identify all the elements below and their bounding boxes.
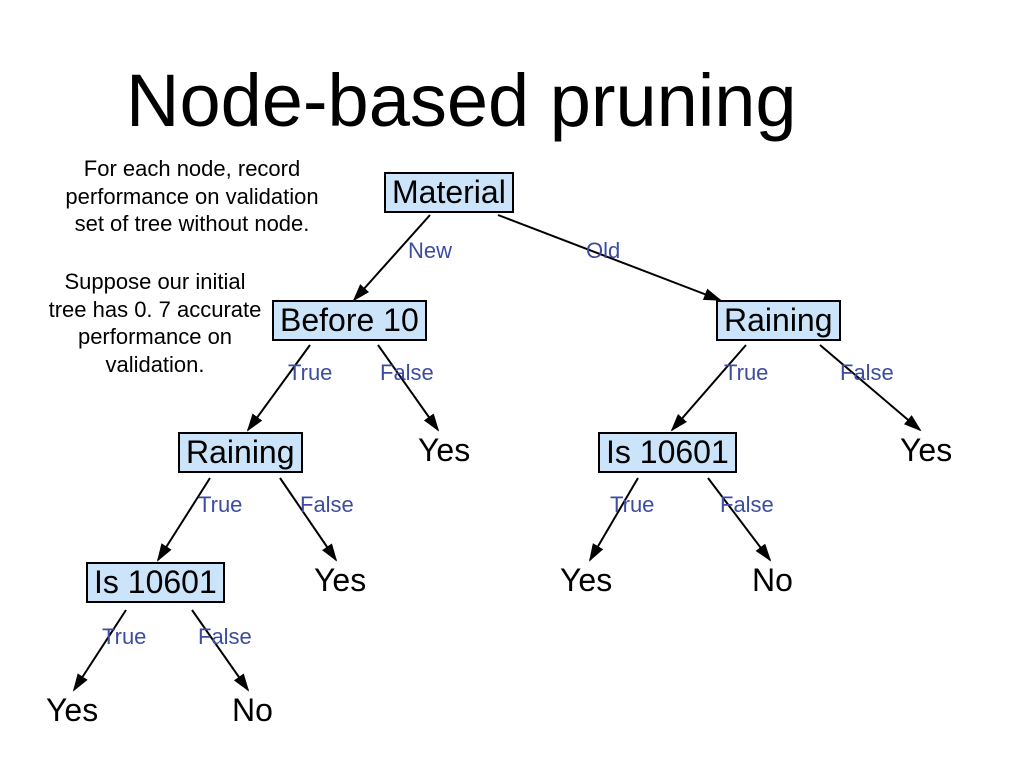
node-raining-right: Raining (716, 300, 841, 341)
node-raining-left: Raining (178, 432, 303, 473)
leaf-is10601-left-false: No (232, 692, 273, 729)
annotation-left-mid: Suppose our initial tree has 0. 7 accura… (40, 268, 270, 378)
node-is10601-left: Is 10601 (86, 562, 225, 603)
edge-material-new: New (408, 238, 452, 264)
edge-raining-right-false: False (840, 360, 894, 386)
slide-title: Node-based pruning (126, 58, 797, 143)
node-before10: Before 10 (272, 300, 427, 341)
edge-material-old: Old (586, 238, 620, 264)
leaf-is10601-right-false: No (752, 562, 793, 599)
edge-raining-left-true: True (198, 492, 242, 518)
edge-before10-true: True (288, 360, 332, 386)
leaf-raining-right-false: Yes (900, 432, 952, 469)
annotation-top-left-line1: For each node, record performance on val… (65, 156, 318, 236)
edge-is10601-right-false: False (720, 492, 774, 518)
leaf-raining-left-false: Yes (314, 562, 366, 599)
leaf-is10601-right-true: Yes (560, 562, 612, 599)
slide: Node-based pruning For each node, record… (0, 0, 1024, 768)
edge-before10-false: False (380, 360, 434, 386)
node-material: Material (384, 172, 514, 213)
edge-is10601-left-true: True (102, 624, 146, 650)
edge-raining-left-false: False (300, 492, 354, 518)
annotation-left-mid-text: Suppose our initial tree has 0. 7 accura… (49, 269, 262, 377)
annotation-top-left: For each node, record performance on val… (62, 155, 322, 238)
node-is10601-right: Is 10601 (598, 432, 737, 473)
leaf-before10-false: Yes (418, 432, 470, 469)
edge-is10601-right-true: True (610, 492, 654, 518)
edge-raining-right-true: True (724, 360, 768, 386)
leaf-is10601-left-true: Yes (46, 692, 98, 729)
edge-is10601-left-false: False (198, 624, 252, 650)
